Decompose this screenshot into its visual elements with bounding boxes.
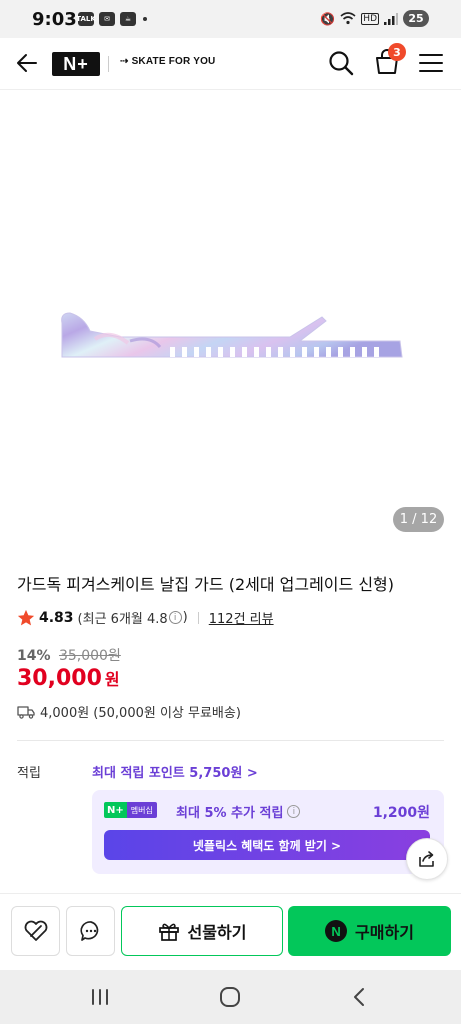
signal-icon — [384, 12, 398, 25]
system-nav-bar — [0, 970, 461, 1024]
membership-badge-n: N+ — [104, 802, 127, 818]
talk-notification-icon: TALK — [76, 12, 96, 26]
hd-icon: HD — [361, 12, 379, 25]
mute-icon: 🔇 — [320, 11, 336, 26]
header-divider — [108, 56, 109, 72]
npay-icon: N — [325, 920, 348, 942]
system-indicators: 🔇 HD 25 — [320, 10, 429, 27]
membership-amount: 1,200원 — [372, 805, 430, 821]
wishlist-button[interactable] — [11, 906, 60, 956]
section-divider — [17, 740, 444, 741]
heart-icon — [24, 920, 47, 941]
search-icon[interactable] — [327, 49, 355, 77]
chat-bubble-icon — [79, 921, 98, 941]
recent-rating-text: (최근 6개월 4.8 — [77, 612, 168, 627]
star-icon — [17, 609, 35, 625]
membership-badge: N+ 멤버십 — [104, 802, 157, 818]
home-icon[interactable] — [219, 986, 241, 1008]
status-time: 9:03 — [32, 9, 77, 30]
max-points-link[interactable]: 최대 적립 포인트 5,750원 > — [92, 762, 258, 781]
chat-notification-icon: ✉ — [99, 12, 115, 26]
hamburger-menu-icon[interactable] — [418, 51, 444, 75]
recent-rating-close: ) — [182, 610, 188, 625]
shipping-info: 4,000원 (50,000원 이상 무료배송) — [17, 702, 241, 721]
product-image[interactable] — [0, 91, 461, 543]
store-logo-mark-icon: ⇢ — [120, 56, 132, 67]
price-value: 30,000 — [17, 666, 102, 691]
status-bar: 9:03 TALK ✉ ☕ 🔇 HD 25 — [0, 0, 461, 38]
rating-value: 4.83 — [39, 609, 74, 626]
membership-box: N+ 멤버십 최대 5% 추가 적립 i 1,200원 넷플릭스 혜택도 함께 … — [92, 790, 444, 874]
buy-button[interactable]: N 구매하기 — [288, 906, 451, 956]
buy-button-label: 구매하기 — [355, 923, 414, 942]
nplus-logo[interactable]: N+ — [52, 52, 100, 76]
product-title: 가드독 피겨스케이트 날집 가드 (2세대 업그레이드 신형) — [17, 575, 395, 594]
share-button[interactable] — [406, 838, 448, 880]
price-unit: 원 — [104, 670, 120, 689]
wifi-icon — [340, 12, 356, 25]
back-arrow-icon[interactable] — [14, 50, 40, 76]
bottom-action-bar: 선물하기 N 구매하기 — [0, 893, 461, 969]
skate-guard-image — [61, 312, 403, 358]
membership-desc-text: 최대 5% 추가 적립 — [176, 806, 284, 821]
discount-row: 14% 35,000원 — [17, 645, 121, 665]
info-icon[interactable]: i — [168, 611, 182, 624]
membership-info-icon[interactable]: i — [287, 805, 301, 818]
image-counter: 1 / 12 — [393, 507, 444, 532]
discount-rate: 14% — [17, 648, 51, 664]
share-icon — [419, 851, 434, 867]
store-name: SKATE FOR YOU — [131, 56, 216, 67]
battery-indicator: 25 — [403, 10, 429, 27]
store-logo[interactable]: ⇢ SKATE FOR YOU — [120, 56, 215, 67]
app-header: N+ ⇢ SKATE FOR YOU 3 — [0, 38, 461, 90]
netflix-benefit-button[interactable]: 넷플릭스 혜택도 함께 받기 > — [104, 830, 430, 860]
review-count-link[interactable]: 112건 리뷰 — [209, 608, 274, 627]
membership-desc: 최대 5% 추가 적립 i — [176, 802, 301, 821]
more-notifications-icon — [143, 17, 147, 21]
rating-row: 4.83 (최근 6개월 4.8 i ) 112건 리뷰 — [17, 608, 274, 627]
recent-apps-icon[interactable] — [88, 987, 112, 1007]
cart-count-badge: 3 — [388, 43, 406, 61]
points-label: 적립 — [17, 766, 41, 781]
truck-icon — [17, 705, 35, 719]
shipping-text: 4,000원 (50,000원 이상 무료배송) — [40, 706, 241, 721]
gift-button[interactable]: 선물하기 — [121, 906, 283, 956]
original-price: 35,000원 — [58, 648, 121, 664]
talk-button[interactable] — [66, 906, 115, 956]
app-notification-icon: ☕ — [120, 12, 136, 26]
notification-icons: TALK ✉ ☕ — [76, 12, 147, 26]
sale-price: 30,000 원 — [17, 666, 120, 691]
gift-icon — [158, 923, 179, 941]
system-back-icon[interactable] — [350, 987, 370, 1007]
gift-button-label: 선물하기 — [187, 923, 247, 942]
rating-divider — [197, 611, 199, 624]
membership-badge-text: 멤버십 — [126, 802, 157, 818]
